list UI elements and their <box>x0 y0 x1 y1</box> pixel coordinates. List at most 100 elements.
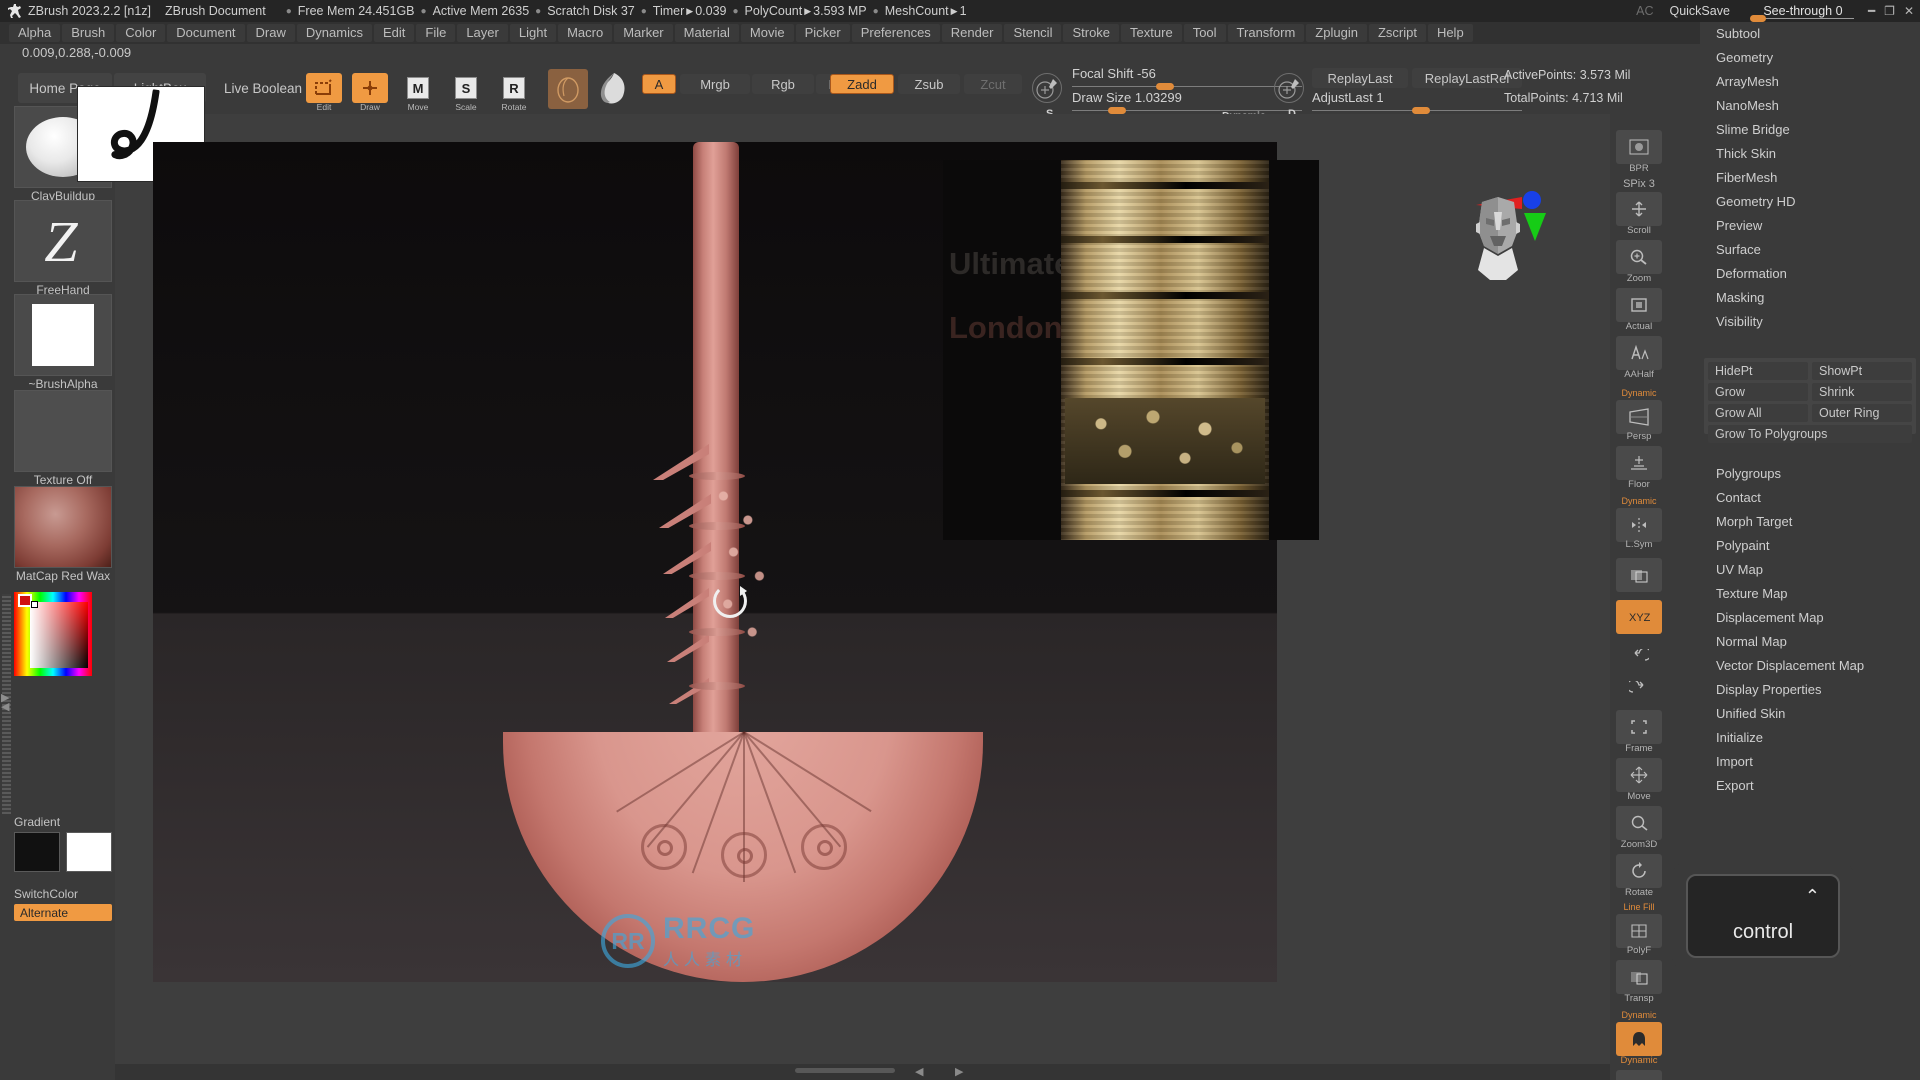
current-material-swatch[interactable] <box>548 69 588 109</box>
rm-item-morph-target[interactable]: Morph Target <box>1700 510 1920 534</box>
move-mode-button[interactable]: M Move <box>400 73 436 112</box>
hidept-button[interactable]: HidePt <box>1708 362 1808 380</box>
menu-item-file[interactable]: File <box>416 24 456 42</box>
menu-item-light[interactable]: Light <box>509 24 557 42</box>
menu-item-stroke[interactable]: Stroke <box>1063 24 1120 42</box>
alternate-button[interactable]: Alternate <box>14 904 112 921</box>
z-mode-zcut-button[interactable]: Zcut <box>964 74 1022 94</box>
secondary-color-swatch[interactable] <box>66 832 112 872</box>
menu-item-render[interactable]: Render <box>941 24 1003 42</box>
rm-item-slime-bridge[interactable]: Slime Bridge <box>1700 118 1920 142</box>
z-mode-zadd-button[interactable]: Zadd <box>830 74 894 94</box>
focal-shift-slider[interactable]: Focal Shift -56 <box>1072 66 1302 90</box>
menu-item-brush[interactable]: Brush <box>62 24 115 42</box>
menu-item-material[interactable]: Material <box>674 24 739 42</box>
material-shelf-item[interactable]: MatCap Red Wax <box>14 486 112 583</box>
menu-item-layer[interactable]: Layer <box>457 24 508 42</box>
canvas-scroll-thumb[interactable] <box>795 1068 895 1073</box>
scroll-right-arrow-icon[interactable]: ▶ <box>955 1065 963 1078</box>
color-picker[interactable] <box>14 592 92 676</box>
rm-item-surface[interactable]: Surface <box>1700 238 1920 262</box>
solo-icon[interactable] <box>1616 1070 1662 1080</box>
rm-item-geometry[interactable]: Geometry <box>1700 46 1920 70</box>
view-head-icon[interactable] <box>1468 196 1528 282</box>
menu-item-stencil[interactable]: Stencil <box>1004 24 1062 42</box>
menu-item-transform[interactable]: Transform <box>1227 24 1305 42</box>
shrink-button[interactable]: Shrink <box>1812 383 1912 401</box>
rm-item-import[interactable]: Import <box>1700 750 1920 774</box>
document-viewport[interactable]: Ultimate ... Co London - ...ngel RR RRCG… <box>153 142 1319 982</box>
rm-item-contact[interactable]: Contact <box>1700 486 1920 510</box>
undo-history-icon[interactable] <box>1616 640 1662 674</box>
showpt-button[interactable]: ShowPt <box>1812 362 1912 380</box>
edit-mode-button[interactable]: Edit <box>306 73 342 112</box>
menu-item-dynamics[interactable]: Dynamics <box>296 24 372 42</box>
see-through-slider[interactable]: See-through 0 <box>1748 0 1858 22</box>
zoom-icon[interactable] <box>1616 240 1662 274</box>
floor-grid-icon[interactable] <box>1616 446 1662 480</box>
canvas-bottom-scrollbar[interactable]: ◀ ▶ <box>115 1064 1610 1080</box>
z-mode-zsub-button[interactable]: Zsub <box>898 74 960 94</box>
rm-item-preview[interactable]: Preview <box>1700 214 1920 238</box>
switchcolor-label[interactable]: SwitchColor <box>14 887 112 901</box>
rgb-mode-a-button[interactable]: A <box>642 74 676 94</box>
scroll-left-arrow-icon[interactable]: ◀ <box>915 1065 923 1078</box>
quicksave-button[interactable]: QuickSave <box>1669 4 1729 18</box>
grow-all-button[interactable]: Grow All <box>1708 404 1808 422</box>
rotate-icon[interactable] <box>1616 854 1662 888</box>
rm-item-initialize[interactable]: Initialize <box>1700 726 1920 750</box>
menu-item-edit[interactable]: Edit <box>373 24 415 42</box>
menu-item-zscript[interactable]: Zscript <box>1368 24 1426 42</box>
rm-item-visibility[interactable]: Visibility <box>1700 310 1920 334</box>
live-boolean-button[interactable]: Live Boolean <box>208 73 318 103</box>
rotate-mode-button[interactable]: R Rotate <box>496 73 532 112</box>
xyz-axis-icon[interactable]: XYZ <box>1616 600 1662 634</box>
ghost-icon[interactable] <box>1616 1022 1662 1056</box>
rm-item-texture-map[interactable]: Texture Map <box>1700 582 1920 606</box>
menu-item-alpha[interactable]: Alpha <box>9 24 61 42</box>
rm-item-thick-skin[interactable]: Thick Skin <box>1700 142 1920 166</box>
actual-size-icon[interactable] <box>1616 288 1662 322</box>
adjust-last-knob[interactable] <box>1412 107 1430 114</box>
local-symmetry-icon[interactable] <box>1616 508 1662 542</box>
sculpt-canvas[interactable]: Ultimate ... Co London - ...ngel RR RRCG… <box>153 142 1319 982</box>
adjust-last-slider[interactable]: AdjustLast 1 <box>1312 90 1522 114</box>
menu-item-draw[interactable]: Draw <box>246 24 295 42</box>
rm-item-geometry-hd[interactable]: Geometry HD <box>1700 190 1920 214</box>
menu-item-preferences[interactable]: Preferences <box>851 24 940 42</box>
color-swatches[interactable] <box>14 832 112 872</box>
transparency-icon[interactable] <box>1616 960 1662 994</box>
reference-image-overlay[interactable]: Ultimate ... Co London - ...ngel <box>943 160 1319 540</box>
draw-size-slider[interactable]: Draw Size 1.03299 <box>1072 90 1302 114</box>
rm-item-displacement-map[interactable]: Displacement Map <box>1700 606 1920 630</box>
primary-color-swatch[interactable] <box>14 832 60 872</box>
replay-last-button[interactable]: ReplayLast <box>1312 68 1408 88</box>
left-shelf-arrows-icon[interactable]: ▶ ◀ <box>1 693 9 713</box>
draw-mode-button[interactable]: Draw <box>352 73 388 112</box>
menu-item-movie[interactable]: Movie <box>740 24 794 42</box>
rgb-mode-rgb-button[interactable]: Rgb <box>752 74 814 94</box>
rgb-mode-mrgb-button[interactable]: Mrgb <box>680 74 750 94</box>
canvas-area[interactable]: Ultimate ... Co London - ...ngel RR RRCG… <box>77 86 1610 1064</box>
menu-item-zplugin[interactable]: Zplugin <box>1306 24 1367 42</box>
menu-item-picker[interactable]: Picker <box>795 24 850 42</box>
rm-item-subtool[interactable]: Subtool <box>1700 22 1920 46</box>
stroke-shelf-item[interactable]: Z FreeHand <box>14 200 112 297</box>
menu-item-tool[interactable]: Tool <box>1183 24 1226 42</box>
rm-item-deformation[interactable]: Deformation <box>1700 262 1920 286</box>
zoom3d-icon[interactable] <box>1616 806 1662 840</box>
rm-item-polypaint[interactable]: Polypaint <box>1700 534 1920 558</box>
close-icon[interactable]: ✕ <box>1904 4 1914 18</box>
focal-shift-knob[interactable] <box>1156 83 1174 90</box>
perspective-icon[interactable] <box>1616 400 1662 434</box>
polyframe-icon[interactable] <box>1616 914 1662 948</box>
rm-item-display-properties[interactable]: Display Properties <box>1700 678 1920 702</box>
spix-label[interactable]: SPix 3 <box>1610 178 1668 190</box>
transp-ghost-icon[interactable] <box>1616 558 1662 592</box>
maximize-icon[interactable]: ❐ <box>1884 4 1895 18</box>
texture-shelf-item[interactable]: Texture Off <box>14 390 112 487</box>
rm-item-uv-map[interactable]: UV Map <box>1700 558 1920 582</box>
scroll-icon[interactable] <box>1616 192 1662 226</box>
redo-history-icon[interactable] <box>1616 672 1662 706</box>
rm-item-arraymesh[interactable]: ArrayMesh <box>1700 70 1920 94</box>
